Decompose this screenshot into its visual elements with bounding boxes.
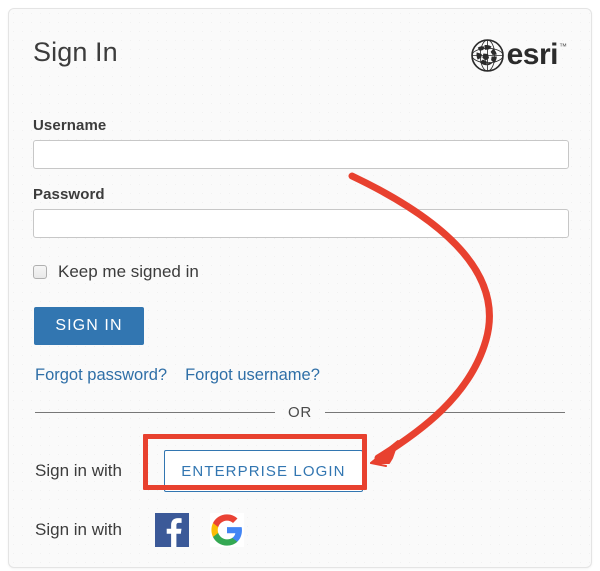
password-label: Password xyxy=(33,186,105,203)
password-input[interactable] xyxy=(33,209,569,238)
divider-rule-left xyxy=(35,412,275,413)
enterprise-login-row: Sign in with ENTERPRISE LOGIN xyxy=(35,450,363,492)
helper-links: Forgot password? Forgot username? xyxy=(35,366,320,385)
google-login-button[interactable] xyxy=(209,513,244,550)
social-login-row: Sign in with xyxy=(35,512,244,548)
facebook-icon xyxy=(154,513,189,550)
esri-wordmark: esri xyxy=(506,38,559,71)
sign-in-button[interactable]: SIGN IN xyxy=(34,307,144,345)
keep-signed-in-row[interactable]: Keep me signed in xyxy=(33,261,199,283)
or-divider: OR xyxy=(35,404,566,421)
globe-icon xyxy=(470,38,504,72)
keep-signed-in-checkbox[interactable] xyxy=(33,265,47,279)
sign-in-card: Sign In esri ™ Username Password Keep me… xyxy=(8,8,592,568)
page-title: Sign In xyxy=(33,37,118,67)
social-prefix-label: Sign in with xyxy=(35,520,122,539)
username-input[interactable] xyxy=(33,140,569,169)
username-label: Username xyxy=(33,117,107,134)
esri-logo: esri ™ xyxy=(470,37,567,73)
keep-signed-in-label: Keep me signed in xyxy=(58,262,199,281)
enterprise-login-button[interactable]: ENTERPRISE LOGIN xyxy=(163,450,363,492)
enterprise-prefix-label: Sign in with xyxy=(35,461,122,480)
forgot-password-link[interactable]: Forgot password? xyxy=(35,366,167,385)
trademark-mark: ™ xyxy=(559,42,567,51)
card-header: Sign In esri ™ xyxy=(33,35,567,81)
facebook-login-button[interactable] xyxy=(154,513,189,550)
forgot-username-link[interactable]: Forgot username? xyxy=(185,366,320,385)
divider-rule-right xyxy=(325,412,566,413)
or-divider-label: OR xyxy=(287,404,313,421)
google-icon xyxy=(209,513,244,550)
